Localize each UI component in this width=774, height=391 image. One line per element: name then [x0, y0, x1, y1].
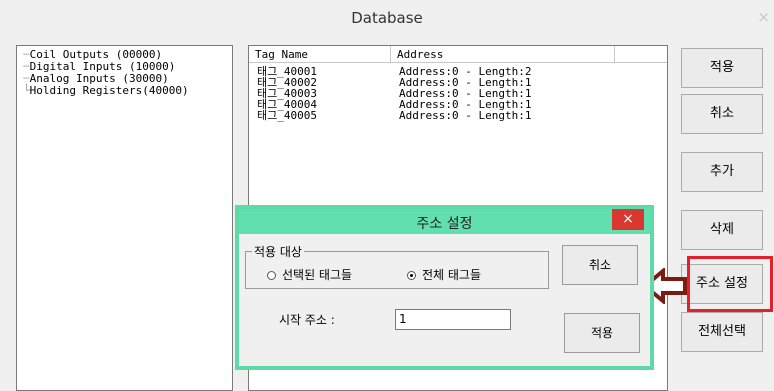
address-cell: Address:0 - Length:1 — [399, 109, 532, 122]
tree-item-label: Holding Registers(40000) — [29, 84, 189, 97]
start-address-input[interactable]: 1 — [395, 309, 511, 330]
target-group-label: 적용 대상 — [252, 243, 304, 260]
radio-circle-icon — [267, 271, 276, 280]
target-group: 적용 대상 선택된 태그들 전체 태그들 — [245, 243, 549, 289]
dialog-title: 주소 설정 — [416, 216, 473, 232]
column-header-tag-name[interactable]: Tag Name — [249, 46, 391, 63]
title-bar: Database × — [0, 0, 774, 36]
tree-item-holding-registers[interactable]: └Holding Registers(40000) — [23, 85, 232, 97]
window-close-icon[interactable]: × — [757, 8, 770, 26]
dialog-close-icon[interactable]: × — [612, 209, 644, 230]
radio-selected-tags[interactable]: 선택된 태그들 — [267, 266, 352, 283]
apply-button[interactable]: 적용 — [681, 48, 763, 88]
address-setting-dialog: 주소 설정 × 적용 대상 선택된 태그들 전체 태그들 시작 주소 : 1 취… — [235, 205, 654, 370]
register-tree: ┄Coil Outputs (00000) ┄Digital Inputs (1… — [16, 45, 233, 391]
tag-name-cell: 태그_40005 — [257, 109, 317, 122]
highlight-box — [687, 256, 773, 312]
dialog-apply-button[interactable]: 적용 — [564, 313, 640, 353]
column-header-empty — [615, 46, 667, 63]
radio-checked-icon — [407, 271, 416, 280]
column-header-address[interactable]: Address — [391, 46, 615, 63]
dialog-title-bar: 주소 설정 × — [239, 209, 650, 234]
cancel-button[interactable]: 취소 — [681, 94, 763, 134]
tree-branch-icon: └ — [23, 84, 30, 97]
window-title: Database — [351, 9, 423, 27]
radio-label: 선택된 태그들 — [282, 268, 353, 282]
add-button[interactable]: 추가 — [681, 152, 763, 192]
select-all-button[interactable]: 전체선택 — [681, 312, 763, 352]
table-row[interactable]: 태그_40005 Address:0 - Length:1 — [249, 110, 667, 121]
delete-button[interactable]: 삭제 — [681, 210, 763, 250]
radio-all-tags[interactable]: 전체 태그들 — [407, 266, 481, 283]
tag-rows: 태그_40001 Address:0 - Length:2 태그_40002 Add… — [249, 66, 667, 121]
dialog-cancel-button[interactable]: 취소 — [562, 245, 638, 285]
start-address-label: 시작 주소 : — [279, 313, 335, 327]
radio-label: 전체 태그들 — [422, 268, 482, 282]
